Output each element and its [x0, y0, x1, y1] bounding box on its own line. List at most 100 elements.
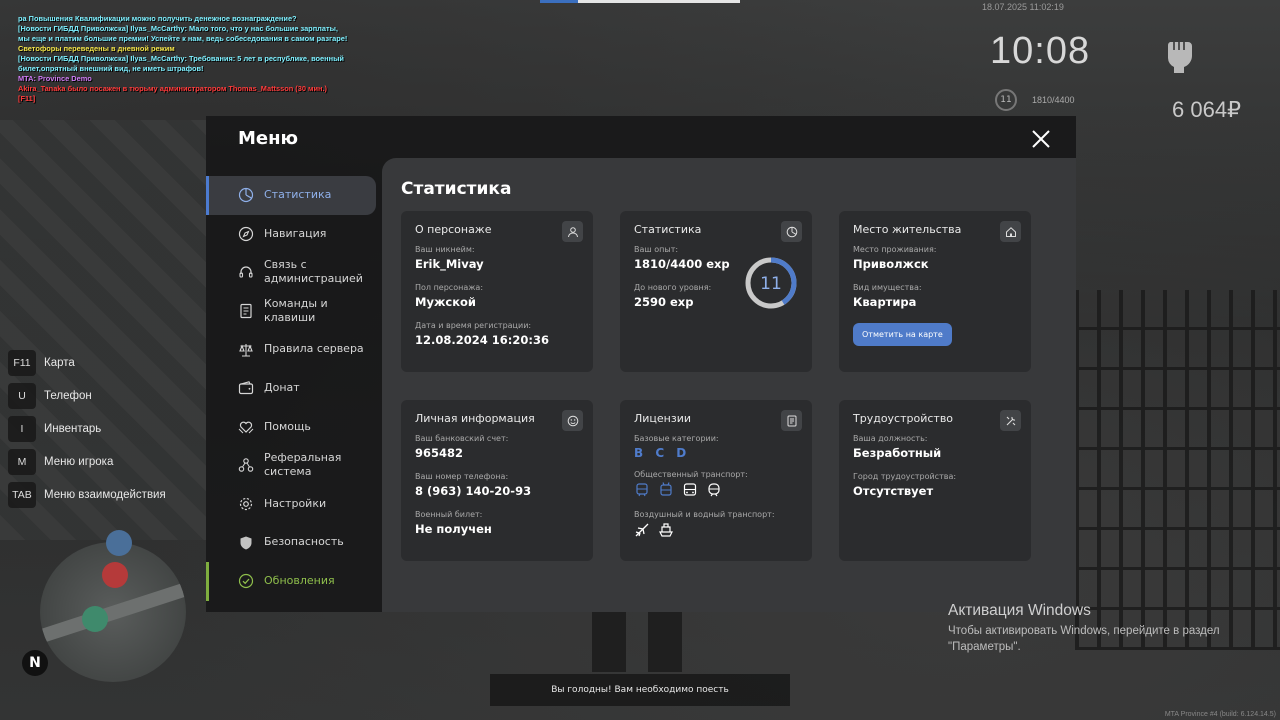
shield-icon [240, 536, 252, 550]
nav-label: Обновления [264, 573, 335, 587]
top-progress-bar [540, 0, 740, 3]
menu-title: Меню [238, 128, 299, 149]
plane-icon [635, 523, 649, 537]
trolleybus-icon [660, 482, 672, 496]
property-label: Вид имущества: [853, 283, 922, 292]
nav-label: Помощь [264, 419, 311, 433]
hotkey-key: U [8, 382, 36, 409]
face-icon [567, 415, 578, 426]
job-city-value: Отсутствует [853, 484, 934, 498]
chat-line: [Новости ГИБДД Приволжска] Ilyas_McCarth… [18, 24, 348, 43]
nav-label: Реферальная система [264, 450, 342, 479]
card-icon-box [1000, 410, 1021, 431]
content-title: Статистика [401, 179, 512, 199]
reg-value: 12.08.2024 16:20:36 [415, 333, 549, 347]
bank-label: Ваш банковский счет: [415, 434, 509, 443]
card-icon-box [1000, 221, 1021, 242]
hotkey-key: I [8, 415, 36, 442]
chat-line: [Новости ГИБДД Приволжска] Ilyas_McCarth… [18, 54, 344, 73]
minimap-house-marker [82, 606, 108, 632]
nav-item-settings[interactable]: Настройки [206, 485, 376, 524]
chat-line: Akira_Tanaka было посажен в тюрьму админ… [18, 84, 328, 93]
nav-item-rules[interactable]: Правила сервера [206, 330, 376, 369]
card-employment: Трудоустройство Ваша должность: Безработ… [839, 400, 1031, 561]
card-licenses: Лицензии Базовые категории: B C D Общест… [620, 400, 812, 561]
minimap: N [22, 530, 186, 682]
card-title: Личная информация [415, 412, 535, 425]
watermark-text: Чтобы активировать Windows, перейдите в … [948, 625, 1220, 653]
base-categories-value: B C D [634, 446, 691, 460]
nav-label: Навигация [264, 226, 327, 240]
fence-background [1075, 290, 1280, 650]
hotkey-player-menu[interactable]: M Меню игрока [8, 445, 166, 478]
hud-clock: 10:08 [990, 30, 1091, 72]
position-label: Ваша должность: [853, 434, 928, 443]
windows-activation-watermark: Активация Windows Чтобы активировать Win… [948, 602, 1248, 655]
check-circle-icon [238, 574, 254, 589]
hotkey-label: Телефон [44, 389, 92, 402]
nav-item-commands[interactable]: Команды и клавиши [206, 292, 376, 331]
nick-label: Ваш никнейм: [415, 245, 475, 254]
hotkey-phone[interactable]: U Телефон [8, 379, 166, 412]
headset-icon [239, 266, 253, 279]
nav-item-donate[interactable]: Донат [206, 369, 376, 408]
hotkey-inventory[interactable]: I Инвентарь [8, 412, 166, 445]
nav-item-help[interactable]: Помощь [206, 408, 376, 447]
place-label: Место проживания: [853, 245, 937, 254]
pie-chart-icon [238, 188, 254, 203]
hud-exp: 1810/4400 [1032, 95, 1075, 105]
hotkey-interaction-menu[interactable]: TAB Меню взаимодействия [8, 478, 166, 511]
gear-icon [239, 497, 253, 511]
chat-line: ра Повышения Квалификации можно получить… [18, 14, 297, 23]
hotkey-map[interactable]: F11 Карта [8, 346, 166, 379]
wallet-icon [238, 381, 254, 395]
nav-item-navigation[interactable]: Навигация [206, 215, 376, 254]
tram-icon [636, 483, 648, 497]
nav-item-statistics[interactable]: Статистика [206, 176, 376, 215]
metro-icon [708, 483, 720, 497]
card-title: Лицензии [634, 412, 692, 425]
bank-value: 965482 [415, 446, 464, 460]
public-transport-label: Общественный транспорт: [634, 470, 748, 479]
military-label: Военный билет: [415, 510, 483, 519]
nav-label: Статистика [264, 188, 332, 202]
level-value: 11 [760, 274, 782, 294]
boat-icon [659, 523, 673, 537]
hud-datetime: 18.07.2025 11:02:19 [982, 2, 1064, 12]
military-value: Не получен [415, 522, 492, 536]
menu-nav: Статистика Навигация Связь с администрац… [206, 176, 376, 601]
property-value: Квартира [853, 295, 917, 309]
chat-line: [F11] [18, 94, 36, 103]
fist-icon [1167, 42, 1192, 73]
card-title: Место жительства [853, 223, 962, 236]
card-person: О персонаже Ваш никнейм: Erik_Mivay Пол … [401, 211, 593, 372]
phone-label: Ваш номер телефона: [415, 472, 509, 481]
nav-item-security[interactable]: Безопасность [206, 523, 376, 562]
nav-item-referral[interactable]: Реферальная система [206, 446, 376, 485]
hunger-notice: Вы голодны! Вам необходимо поесть [490, 674, 790, 706]
menu-window: Меню Статистика Навигация Связь с админи… [206, 116, 1076, 612]
nav-item-admin-contact[interactable]: Связь с администрацией [206, 253, 376, 292]
nav-item-updates[interactable]: Обновления [206, 561, 376, 601]
chat-line: Светофоры переведены в дневной режим [18, 44, 175, 53]
job-city-label: Город трудоустройства: [853, 472, 957, 481]
tools-icon [1006, 416, 1015, 425]
card-stats: Статистика Ваш опыт: 1810/4400 exp До но… [620, 211, 812, 372]
hud-level-badge: 11 [995, 89, 1017, 111]
place-value: Приволжск [853, 257, 929, 271]
content-panel: Статистика О персонаже Ваш никнейм: Erik… [382, 158, 1076, 612]
character-legs [592, 612, 682, 672]
scales-icon [239, 343, 253, 357]
nav-label: Настройки [264, 496, 327, 510]
chat-line: MTA: Province Demo [18, 74, 92, 83]
card-icon-box [562, 410, 583, 431]
close-icon[interactable] [1030, 128, 1052, 150]
mark-on-map-button[interactable]: Отметить на карте [853, 323, 952, 346]
card-title: Статистика [634, 223, 702, 236]
minimap-train-marker [102, 562, 128, 588]
hotkey-key: F11 [8, 349, 36, 376]
card-icon-box [781, 410, 802, 431]
gender-label: Пол персонажа: [415, 283, 484, 292]
level-progress-ring: 11 [745, 257, 797, 309]
nav-label: Правила сервера [264, 342, 364, 356]
